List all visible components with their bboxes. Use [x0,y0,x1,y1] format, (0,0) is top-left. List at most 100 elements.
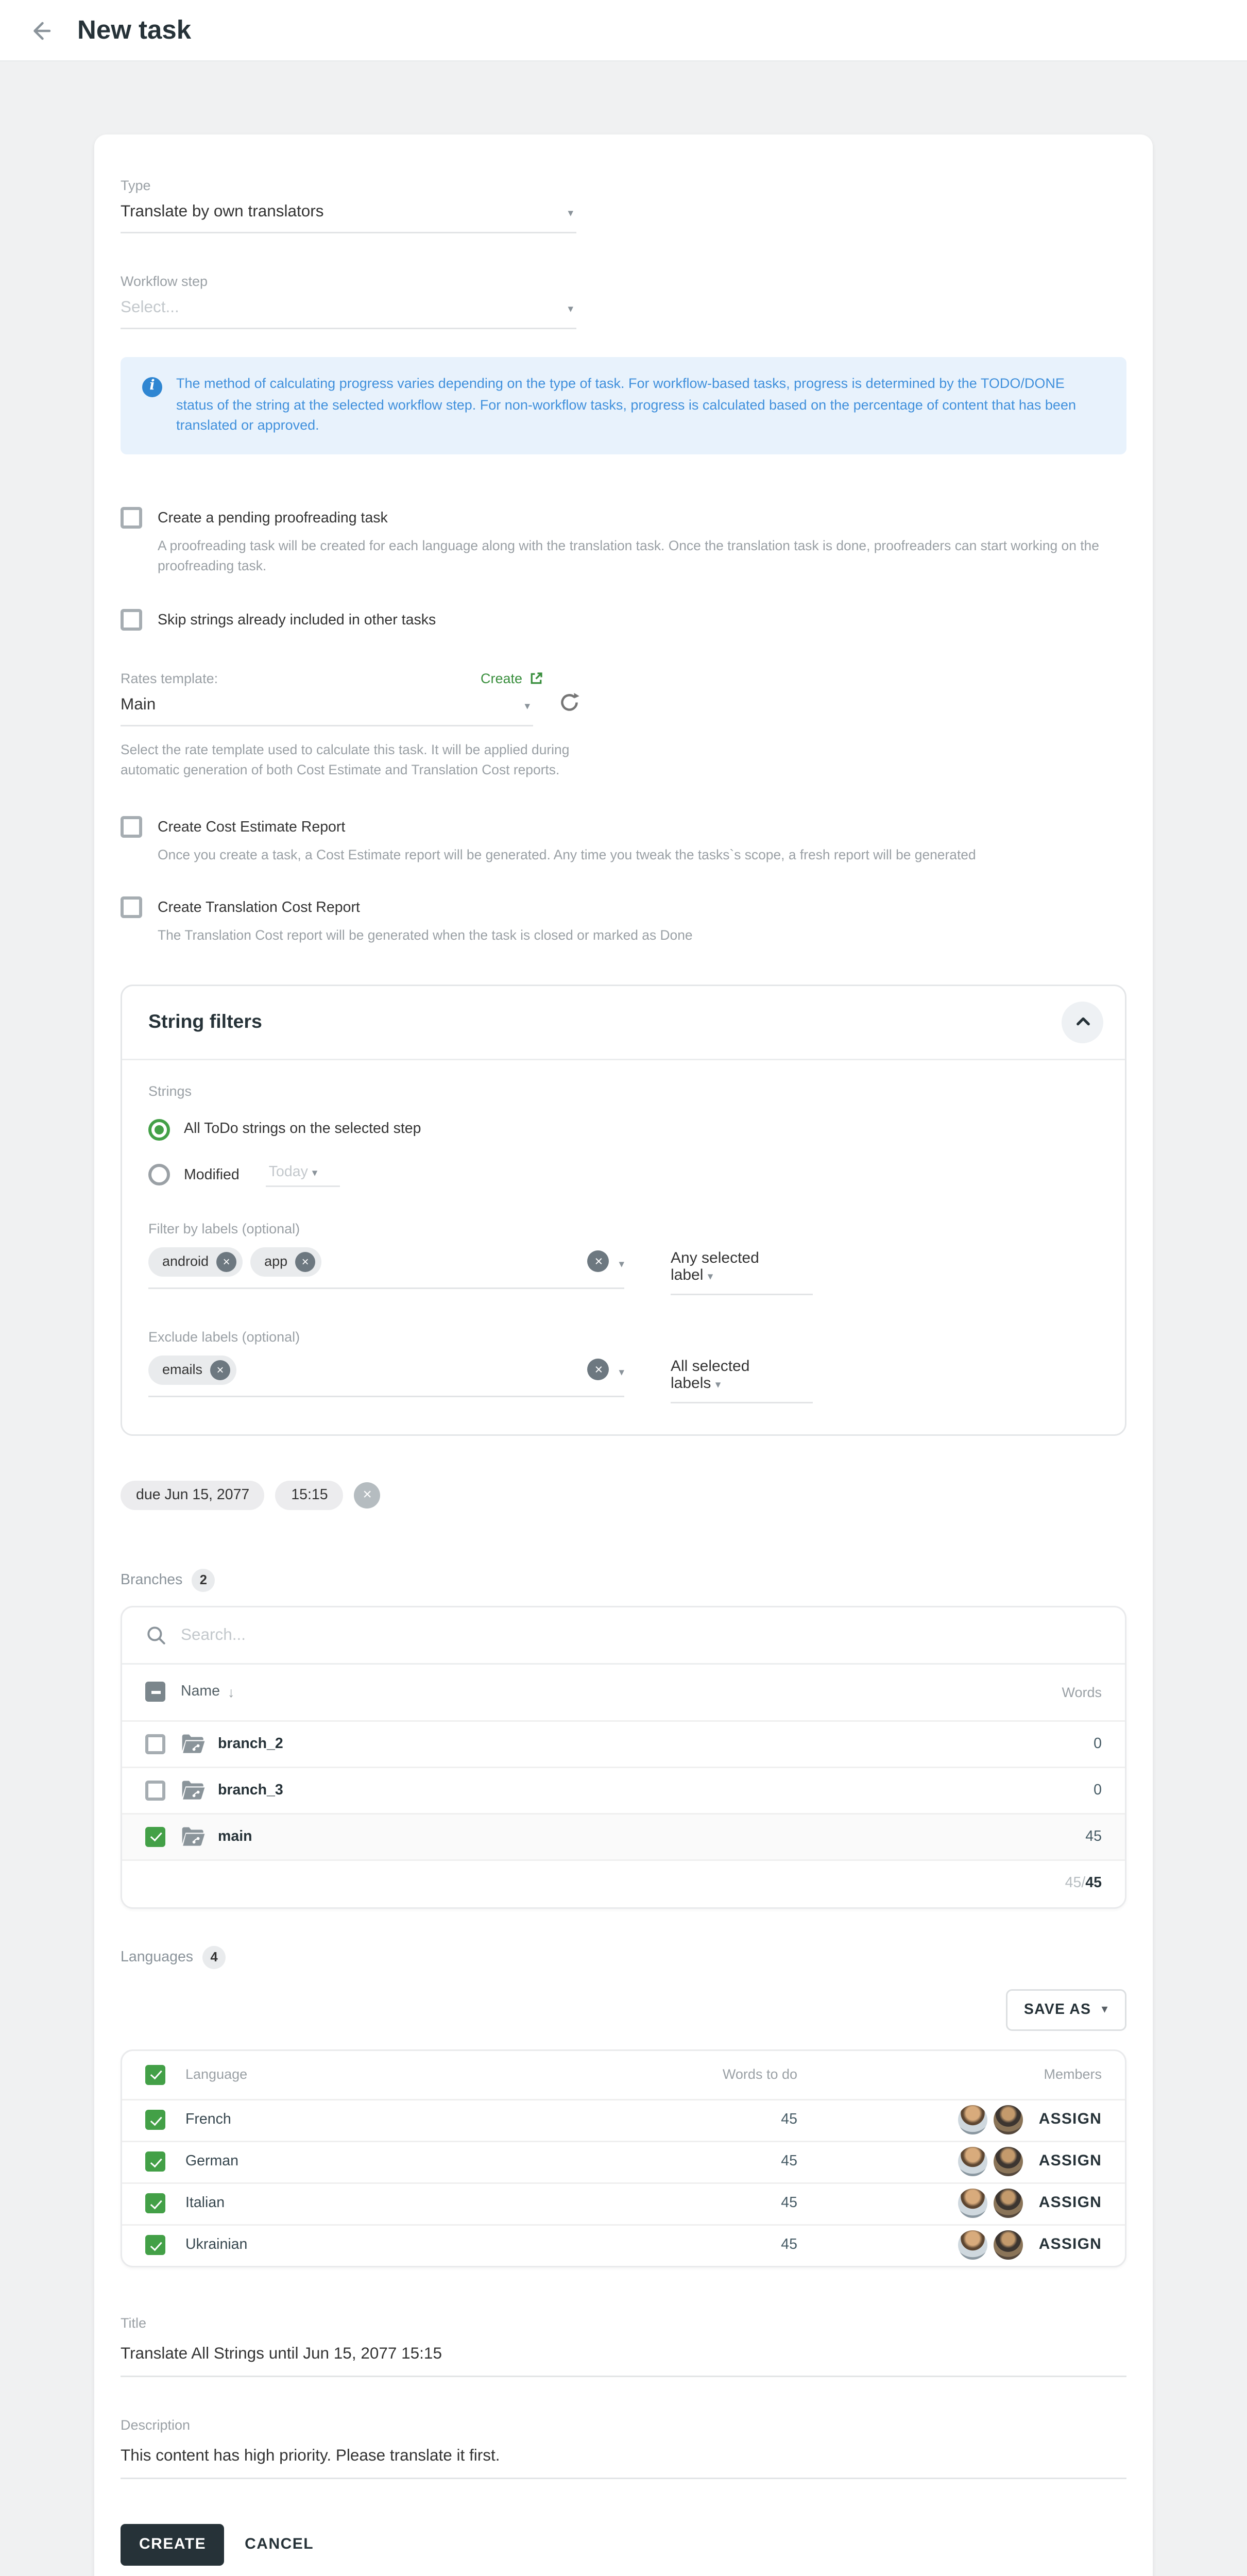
proofreading-label: Create a pending proofreading task [158,506,388,527]
language-checkbox[interactable] [145,2151,165,2172]
clear-all-icon[interactable]: × [588,1250,609,1272]
description-field: Description [121,2417,1126,2479]
exclude-labels-match-select[interactable]: All selected labels ▾ [671,1355,813,1403]
due-remove-icon[interactable]: × [354,1482,381,1508]
branches-name-column-header[interactable]: Name [181,1683,220,1700]
rates-template-select[interactable]: Main ▾ [121,693,533,726]
cancel-button[interactable]: CANCEL [245,2536,314,2553]
translation-cost-checkbox-row[interactable]: Create Translation Cost Report [121,896,1126,918]
string-filters-card: String filters Strings All ToDo strings … [121,984,1126,1435]
modified-range-select[interactable]: Today ▾ [266,1163,340,1187]
create-link-label: Create [481,670,522,686]
label-chip: app × [250,1247,321,1276]
exclude-labels-match-value: All selected labels [671,1358,749,1392]
radio-all-todo-row[interactable]: All ToDo strings on the selected step [148,1118,1099,1140]
type-select[interactable]: Translate by own translators ▾ [121,201,576,233]
due-time-chip[interactable]: 15:15 [276,1480,343,1510]
info-banner: i The method of calculating progress var… [121,357,1126,454]
assign-button[interactable]: ASSIGN [1039,2153,1102,2170]
caret-down-icon: ▾ [715,1380,721,1391]
workflow-step-select[interactable]: Select... ▾ [121,297,576,329]
form-actions: CREATE CANCEL [121,2523,1126,2565]
skip-strings-checkbox-row[interactable]: Skip strings already included in other t… [121,608,1126,630]
due-date-chip[interactable]: due Jun 15, 2077 [121,1480,265,1510]
create-button[interactable]: CREATE [121,2523,225,2565]
collapse-button[interactable] [1062,1001,1103,1043]
proofreading-checkbox-row[interactable]: Create a pending proofreading task [121,506,1126,528]
branches-selected-words: 45 [1065,1875,1082,1892]
branches-select-all-checkbox[interactable] [145,1682,165,1702]
radio-modified-row[interactable]: Modified Today ▾ [148,1163,1099,1187]
create-rates-template-link[interactable]: Create [481,670,544,686]
language-name: Ukrainian [185,2236,247,2253]
branch-name: branch_3 [218,1782,283,1799]
workflow-step-field: Workflow step Select... ▾ [121,274,1126,329]
chip-remove-icon[interactable]: × [216,1251,236,1272]
exclude-labels-input[interactable]: emails × × ▾ [148,1355,624,1397]
language-checkbox[interactable] [145,2193,165,2213]
language-checkbox[interactable] [145,2235,165,2255]
languages-select-all-checkbox[interactable] [145,2064,165,2084]
avatar [994,2147,1023,2176]
string-filters-title: String filters [148,1011,262,1032]
caret-down-icon: ▾ [568,207,573,219]
title-field: Title [121,2315,1126,2377]
translation-cost-checkbox[interactable] [121,896,142,918]
branch-checkbox[interactable] [145,1826,165,1846]
proofreading-checkbox[interactable] [121,506,142,528]
save-as-button[interactable]: SAVE AS ▾ [1005,1989,1126,2030]
proofreading-group: Create a pending proofreading task A pro… [121,506,1126,578]
chip-remove-icon[interactable]: × [295,1251,315,1272]
refresh-button[interactable] [558,690,581,721]
sort-desc-icon[interactable]: ↓ [228,1684,235,1700]
title-label: Title [121,2315,1126,2330]
modified-range-placeholder: Today [269,1163,308,1180]
clear-all-icon[interactable]: × [588,1359,609,1380]
caret-down-icon: ▾ [619,1366,624,1378]
assign-button[interactable]: ASSIGN [1039,2195,1102,2212]
branch-row[interactable]: branch_3 0 [122,1766,1125,1812]
assign-button[interactable]: ASSIGN [1039,2111,1102,2128]
languages-table: Language Words to do Members French 45 A… [121,2049,1126,2267]
words-to-do-column-header: Words to do [723,2066,797,2082]
filter-labels-input[interactable]: android × app × × ▾ [148,1247,624,1289]
language-row[interactable]: French 45 ASSIGN [122,2098,1125,2140]
branch-row[interactable]: branch_2 0 [122,1720,1125,1766]
language-row[interactable]: Italian 45 ASSIGN [122,2182,1125,2224]
language-name: German [185,2153,238,2170]
description-input[interactable] [121,2445,1126,2479]
branch-row[interactable]: main 45 [122,1812,1125,1859]
label-chip-text: emails [162,1362,202,1377]
caret-down-icon: ▾ [524,700,530,712]
branches-total-words: 45 [1085,1875,1102,1892]
filter-labels-match-select[interactable]: Any selected label ▾ [671,1247,813,1295]
language-checkbox[interactable] [145,2110,165,2130]
radio-all-todo[interactable] [148,1118,170,1140]
skip-strings-checkbox[interactable] [121,608,142,630]
branch-checkbox[interactable] [145,1780,165,1800]
assign-button[interactable]: ASSIGN [1039,2236,1102,2253]
branch-name: branch_2 [218,1735,283,1752]
back-button[interactable] [22,12,59,49]
branch-words: 0 [1094,1735,1102,1752]
language-row[interactable]: Ukrainian 45 ASSIGN [122,2224,1125,2265]
chip-remove-icon[interactable]: × [210,1360,230,1380]
radio-modified[interactable] [148,1164,170,1185]
branch-checkbox[interactable] [145,1734,165,1754]
language-name: French [185,2111,231,2128]
type-field: Type Translate by own translators ▾ [121,178,1126,233]
chevron-up-icon [1073,1012,1092,1031]
language-name: Italian [185,2195,225,2212]
cost-estimate-checkbox[interactable] [121,816,142,837]
cost-estimate-label: Create Cost Estimate Report [158,816,345,836]
avatar [994,2189,1023,2218]
new-task-card: Type Translate by own translators ▾ Work… [94,134,1153,2576]
cost-estimate-checkbox-row[interactable]: Create Cost Estimate Report [121,816,1126,837]
branches-search-input[interactable] [181,1625,1046,1644]
refresh-icon [558,690,581,714]
language-row[interactable]: German 45 ASSIGN [122,2140,1125,2182]
save-as-label: SAVE AS [1024,2001,1091,2018]
top-bar: New task [0,0,1247,62]
type-label: Type [121,178,1126,193]
title-input[interactable] [121,2343,1126,2377]
